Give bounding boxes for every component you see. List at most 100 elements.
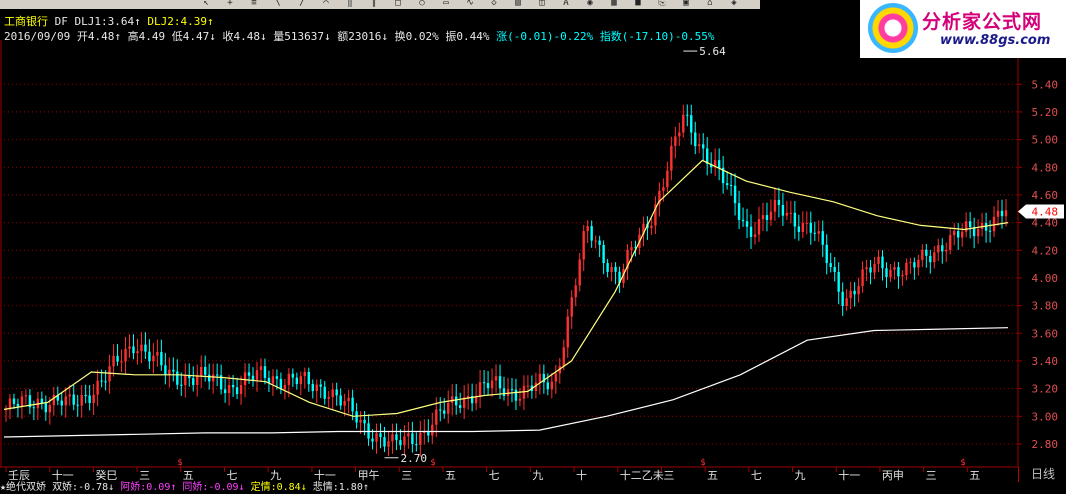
candle-body <box>200 366 203 377</box>
candle-body <box>207 374 211 382</box>
candle-body <box>698 144 701 147</box>
indicator-title[interactable]: ★绝代双娇 <box>0 482 46 493</box>
candle-body <box>411 433 414 445</box>
candle-body <box>761 215 765 220</box>
candle-body <box>184 375 187 386</box>
candle-body <box>857 286 860 295</box>
candle-body <box>905 262 908 276</box>
candle-body <box>554 373 558 382</box>
candle-body <box>140 344 143 352</box>
candle-body <box>853 290 856 295</box>
candle-body <box>821 231 824 245</box>
candle-body <box>873 263 876 273</box>
quote-high: 高4.49 <box>127 30 166 43</box>
candle-body <box>749 226 753 237</box>
period-button[interactable]: 日线 <box>1018 467 1066 482</box>
candle-body <box>781 204 785 216</box>
quote-index: 指数(-17.10)-0.55% <box>599 30 715 43</box>
candle-body <box>510 389 514 391</box>
candle-body <box>976 229 980 237</box>
candle-body <box>60 400 63 406</box>
candle-body <box>196 376 199 385</box>
candle-body <box>841 291 844 306</box>
candle-body <box>741 219 745 222</box>
y-tick-label: 3.40 <box>1032 355 1059 368</box>
candle-body <box>211 374 215 382</box>
quote-row: 2016/09/09 开4.48↑ 高4.49 低4.47↓ 收4.48↓ 量5… <box>4 28 715 44</box>
x-tick-label: 九 <box>795 469 806 482</box>
candle-body <box>590 226 593 241</box>
candle-body <box>869 267 872 273</box>
candle-body <box>933 252 936 263</box>
candle-body <box>24 395 28 397</box>
candle-body <box>443 410 446 414</box>
candle-body <box>275 376 279 379</box>
candle-body <box>996 210 1000 217</box>
current-price-label: 4.48 <box>1032 206 1059 219</box>
candle-body <box>578 259 581 286</box>
candle-body <box>271 376 275 384</box>
high-marker-label: 5.64 <box>699 45 726 58</box>
x-tick-label: 三 <box>401 469 412 482</box>
candle-body <box>231 384 235 388</box>
candle-body <box>913 262 916 268</box>
candle-body <box>156 352 159 356</box>
quote-open: 开4.48↑ <box>76 30 121 43</box>
candle-body <box>845 298 848 306</box>
candle-body <box>108 366 111 382</box>
candle-body <box>865 267 868 270</box>
candle-body <box>44 403 48 413</box>
x-tick-label: 五 <box>969 469 980 482</box>
candle-body <box>745 221 749 227</box>
candle-body <box>203 366 207 375</box>
candle-body <box>104 381 107 383</box>
y-tick-label: 3.60 <box>1032 327 1059 340</box>
candle-body <box>793 212 797 227</box>
x-tick-label: 三 <box>139 469 150 482</box>
candle-body <box>674 136 677 146</box>
candle-body <box>116 355 119 362</box>
candle-body <box>164 365 167 375</box>
candle-body <box>610 267 613 272</box>
event-marker-icon: $ <box>430 458 435 468</box>
candle-body <box>223 389 227 394</box>
candle-body <box>1000 210 1004 217</box>
candle-body <box>949 235 952 250</box>
candle-body <box>303 371 307 377</box>
candle-body <box>909 262 912 264</box>
quote-amount: 额23016↓ <box>337 30 388 43</box>
candle-body <box>88 395 91 404</box>
candle-body <box>1004 210 1008 217</box>
candle-body <box>168 369 171 375</box>
candle-body <box>371 438 374 442</box>
x-tick-label: 七 <box>226 469 237 482</box>
candle-body <box>598 240 601 245</box>
flower-logo-icon <box>868 3 918 53</box>
candle-body <box>291 373 295 378</box>
candle-body <box>885 268 888 278</box>
candle-body <box>96 380 99 395</box>
candle-body <box>941 245 944 252</box>
candle-body <box>686 114 689 116</box>
candle-body <box>64 396 67 406</box>
candle-body <box>988 230 992 232</box>
candle-body <box>921 249 924 260</box>
candle-body <box>52 394 56 406</box>
candle-body <box>478 382 482 397</box>
candle-body <box>482 382 486 384</box>
candle-body <box>725 183 729 186</box>
logo-brand-text: 分析家公式网 <box>922 11 1043 33</box>
stock-name[interactable]: 工商银行 <box>4 15 48 28</box>
candle-body <box>227 384 231 394</box>
y-tick-label: 3.20 <box>1032 383 1059 396</box>
candle-body <box>486 383 490 389</box>
y-tick-label: 4.20 <box>1032 244 1059 257</box>
candle-body <box>602 244 605 264</box>
candle-body <box>355 411 358 423</box>
candle-body <box>48 405 52 413</box>
candle-body <box>574 285 577 298</box>
candle-body <box>777 199 781 205</box>
y-tick-label: 4.00 <box>1032 272 1059 285</box>
x-tick-label: 丙申 <box>882 469 904 482</box>
candle-body <box>16 403 20 407</box>
